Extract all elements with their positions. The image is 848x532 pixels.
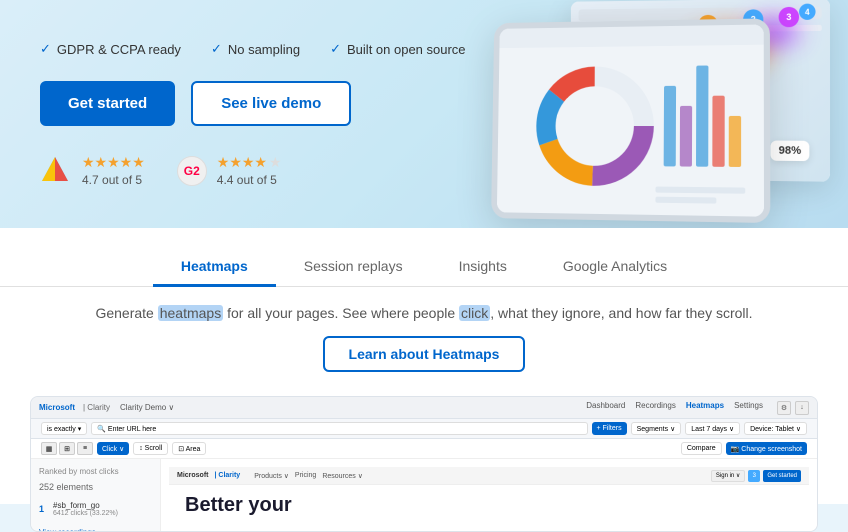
g2-logo: G2: [177, 156, 207, 186]
tab-content-area: Generate heatmaps for all your pages. Se…: [0, 287, 848, 396]
clarity-logo: | Clarity: [215, 472, 241, 479]
tab-heatmaps[interactable]: Heatmaps: [153, 248, 276, 287]
click-filter[interactable]: Click ∨: [97, 442, 129, 455]
segments-dropdown[interactable]: Segments ∨: [631, 422, 682, 435]
badge-gdpr-label: GDPR & CCPA ready: [57, 42, 181, 57]
capterra-stars-group: ★★★★★ 4.7 out of 5: [82, 154, 145, 187]
heatmap-toolbar: ▦ ⊞ ≡ Click ∨ ↕ Scroll ⊡ Area Compare 📷 …: [31, 439, 817, 459]
website-preview: Microsoft | Clarity Products ∨ Pricing R…: [169, 467, 809, 532]
compare-btn[interactable]: Compare: [681, 442, 722, 455]
toolbar-icon-1[interactable]: ⚙: [777, 401, 791, 415]
filter-bar: is exactly ▾ 🔍 Enter URL here + Filters …: [31, 419, 817, 439]
tabs-bar: Heatmaps Session replays Insights Google…: [0, 228, 848, 287]
item-num-1: 1: [39, 504, 49, 514]
tablet-chart-svg: [497, 24, 764, 216]
g2-rating: G2 ★★★★★ 4.4 out of 5: [177, 154, 282, 187]
nav-right-btns: Sign in ∨ 3 Get started: [711, 470, 801, 482]
description-text: Generate heatmaps for all your pages. Se…: [40, 303, 808, 324]
view-recordings-link[interactable]: View recordings: [39, 528, 152, 532]
tab-heatmaps-inner[interactable]: Heatmaps: [682, 401, 728, 415]
check-icon: ✓: [330, 41, 341, 57]
device-dropdown[interactable]: Device: Tablet ∨: [744, 422, 807, 435]
toolbar-icon-2[interactable]: ↓: [795, 401, 809, 415]
tab-recordings[interactable]: Recordings: [631, 401, 679, 415]
badge-opensource: ✓ Built on open source: [330, 41, 465, 57]
filters-button[interactable]: + Filters: [592, 422, 627, 435]
signin-badge[interactable]: Sign in ∨: [711, 470, 745, 482]
tab-session-replays[interactable]: Session replays: [276, 248, 431, 287]
ms-logo: Microsoft: [177, 472, 209, 479]
hero-section: ✓ GDPR & CCPA ready ✓ No sampling ✓ Buil…: [0, 0, 848, 228]
see-live-demo-button[interactable]: See live demo: [191, 81, 351, 126]
screenshot-preview: Microsoft | Clarity Clarity Demo ∨ Dashb…: [30, 396, 818, 532]
heat-badge-3: 3: [779, 7, 799, 27]
screen-body: Ranked by most clicks 252 elements 1 #sb…: [31, 459, 817, 532]
badge-sampling-label: No sampling: [228, 42, 300, 57]
element-count: 252 elements: [39, 482, 152, 492]
sidebar-item-1: 1 #sb_form_go 6412 clicks (33.22%): [39, 498, 152, 520]
highlight-click: click: [459, 305, 490, 321]
rank-label: Ranked by most clicks: [39, 467, 152, 476]
heat-badge-4: 4: [799, 4, 815, 20]
notif-badge[interactable]: 3: [748, 470, 760, 482]
scroll-filter[interactable]: ↕ Scroll: [133, 442, 168, 455]
website-content: Better your: [169, 485, 809, 525]
website-nav: Microsoft | Clarity Products ∨ Pricing R…: [169, 467, 809, 485]
tab-google-analytics[interactable]: Google Analytics: [535, 248, 695, 287]
g2-stars-group: ★★★★★ 4.4 out of 5: [217, 154, 282, 187]
area-filter[interactable]: ⊡ Area: [172, 442, 206, 455]
badge-sampling: ✓ No sampling: [211, 41, 300, 57]
website-heading: Better your: [185, 493, 793, 517]
screen-toolbar: Microsoft | Clarity Clarity Demo ∨ Dashb…: [31, 397, 817, 419]
view-btn-2[interactable]: ⊞: [59, 442, 75, 455]
capterra-logo: [40, 155, 72, 187]
toolbar-right: Compare 📷 Change screenshot: [681, 442, 807, 455]
item-count-1: 6412 clicks (33.22%): [53, 510, 118, 517]
learn-button[interactable]: Learn about Heatmaps: [323, 336, 526, 372]
change-screenshot-btn[interactable]: 📷 Change screenshot: [726, 442, 807, 455]
view-btn-1[interactable]: ▦: [41, 442, 57, 455]
get-started-inner[interactable]: Get started: [763, 470, 801, 482]
screen-sidebar: Ranked by most clicks 252 elements 1 #sb…: [31, 459, 161, 532]
percent-badge: 98%: [770, 141, 809, 162]
nav-pricing: Pricing: [295, 472, 316, 479]
highlight-heatmaps: heatmaps: [158, 305, 223, 321]
nav-resources: Resources ∨: [322, 472, 363, 480]
tab-settings[interactable]: Settings: [730, 401, 767, 415]
badge-gdpr: ✓ GDPR & CCPA ready: [40, 41, 181, 57]
g2-stars: ★★★★★: [217, 154, 282, 171]
check-icon: ✓: [211, 41, 222, 57]
tablet-mockup: [491, 18, 770, 223]
toolbar-nav: Dashboard Recordings Heatmaps Settings ⚙…: [582, 401, 809, 415]
toolbar-microsoft-logo: Microsoft: [39, 403, 75, 412]
tab-dashboard[interactable]: Dashboard: [582, 401, 629, 415]
badge-opensource-label: Built on open source: [347, 42, 466, 57]
capterra-stars: ★★★★★: [82, 154, 145, 171]
item-name-1: #sb_form_go: [53, 501, 118, 510]
g2-score: 4.4 out of 5: [217, 173, 282, 187]
search-input[interactable]: is exactly ▾: [41, 422, 87, 435]
screen-main-content: Microsoft | Clarity Products ∨ Pricing R…: [161, 459, 817, 532]
toolbar-demo-dropdown[interactable]: Clarity Demo ∨: [120, 403, 174, 412]
toolbar-clarity-logo: | Clarity: [83, 403, 110, 412]
view-buttons: ▦ ⊞ ≡: [41, 442, 93, 455]
nav-products: Products ∨: [254, 472, 289, 480]
get-started-button[interactable]: Get started: [40, 81, 175, 126]
view-btn-3[interactable]: ≡: [77, 442, 93, 455]
date-dropdown[interactable]: Last 7 days ∨: [685, 422, 740, 435]
tab-insights[interactable]: Insights: [431, 248, 535, 287]
bottom-section: Heatmaps Session replays Insights Google…: [0, 228, 848, 504]
capterra-score: 4.7 out of 5: [82, 173, 145, 187]
url-input[interactable]: 🔍 Enter URL here: [91, 422, 587, 435]
check-icon: ✓: [40, 41, 51, 57]
capterra-rating: ★★★★★ 4.7 out of 5: [40, 154, 145, 187]
tablet-screen: [497, 24, 764, 216]
toolbar-actions: ⚙ ↓: [777, 401, 809, 415]
